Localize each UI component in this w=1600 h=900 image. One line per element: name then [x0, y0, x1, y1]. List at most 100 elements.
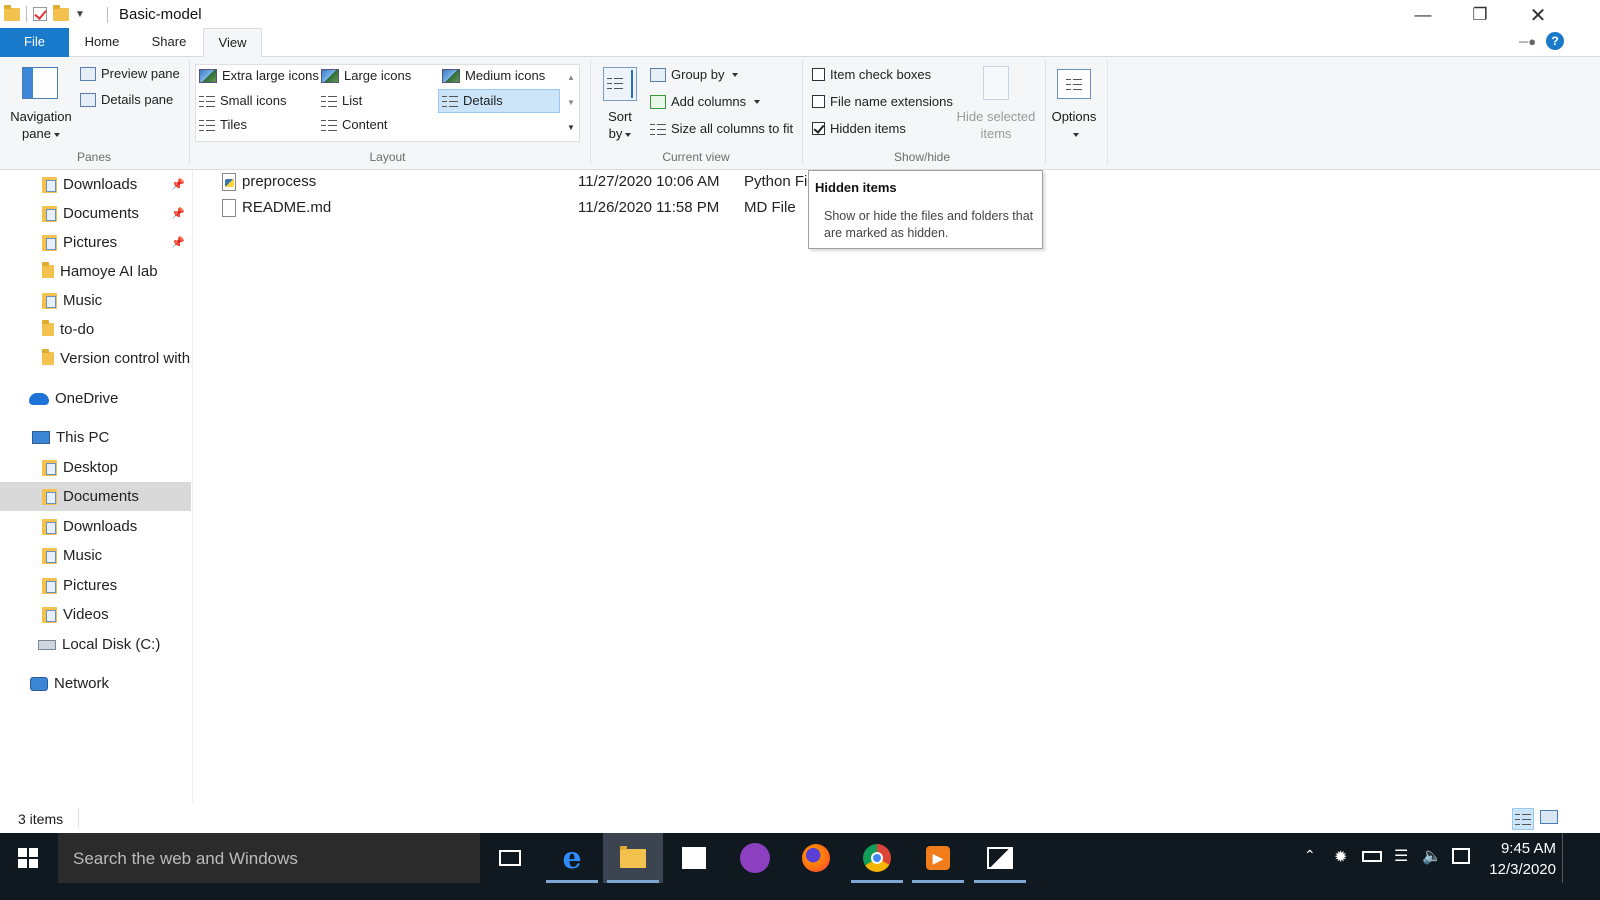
options-label: Options — [1051, 109, 1097, 124]
layout-tiles[interactable]: Tiles — [199, 117, 247, 132]
layout-small-icons[interactable]: Small icons — [199, 93, 286, 108]
nav-item-network[interactable]: Network — [0, 669, 191, 698]
nav-item-label: to-do — [60, 321, 95, 338]
chevron-up-icon[interactable]: ⌃ — [1304, 847, 1316, 864]
sort-by-icon[interactable] — [603, 67, 637, 101]
customize-qat-icon[interactable]: ▼ — [75, 9, 85, 20]
nav-item-documents[interactable]: Documents — [0, 482, 191, 511]
preview-pane-button[interactable]: Preview pane — [80, 66, 180, 81]
firefox-button[interactable] — [786, 833, 846, 883]
folder-icon — [4, 4, 20, 21]
media-player-button[interactable]: ▶ — [908, 833, 968, 883]
nav-item-onedrive[interactable]: OneDrive — [0, 384, 191, 413]
nav-item-hamoye-ai-lab[interactable]: Hamoye AI lab — [0, 257, 191, 286]
extra-large-icons-icon — [199, 68, 217, 83]
task-view-button[interactable] — [480, 833, 540, 883]
nav-item-documents-quick[interactable]: Documents 📌 — [0, 199, 191, 228]
layout-content[interactable]: Content — [321, 117, 388, 132]
options-button[interactable]: Options — [1048, 108, 1100, 142]
file-name-extensions-checkbox[interactable] — [812, 95, 825, 108]
nav-item-pictures[interactable]: Pictures — [0, 571, 191, 600]
details-pane-button[interactable]: Details pane — [80, 92, 173, 107]
github-button[interactable] — [725, 833, 785, 883]
add-columns-button[interactable]: Add columns — [650, 94, 761, 109]
show-desktop-button[interactable] — [1562, 833, 1563, 883]
nav-item-pictures-quick[interactable]: Pictures 📌 — [0, 228, 191, 257]
layout-medium-icons[interactable]: Medium icons — [442, 68, 545, 83]
nav-item-music-quick[interactable]: Music — [0, 286, 191, 315]
file-row[interactable]: README.md 11/26/2020 11:58 PM MD File — [218, 196, 818, 220]
nav-item-music[interactable]: Music — [0, 541, 191, 570]
scroll-up-icon[interactable]: ▲ — [563, 65, 579, 90]
battery-icon[interactable] — [1362, 851, 1382, 862]
photos-button[interactable] — [970, 833, 1030, 883]
new-folder-icon[interactable] — [53, 4, 69, 21]
layout-details[interactable]: Details — [442, 93, 503, 108]
size-all-columns-button[interactable]: Size all columns to fit — [650, 121, 793, 136]
group-label-panes: Panes — [76, 150, 112, 164]
search-box[interactable]: Search the web and Windows — [58, 833, 480, 883]
tab-share[interactable]: Share — [140, 28, 198, 57]
tab-home[interactable]: Home — [76, 28, 128, 57]
tab-view[interactable]: View — [203, 28, 262, 58]
slack-tray-icon[interactable]: ✹ — [1334, 847, 1347, 867]
layout-list[interactable]: List — [321, 93, 362, 108]
windows-start-icon[interactable] — [18, 848, 38, 868]
sort-by-button[interactable]: Sort by — [600, 108, 640, 142]
file-date: 11/27/2020 10:06 AM — [578, 173, 720, 190]
navigation-pane-icon[interactable] — [22, 67, 58, 99]
item-check-boxes-checkbox[interactable] — [812, 68, 825, 81]
clock[interactable]: 9:45 AM 12/3/2020 — [1480, 838, 1556, 880]
layout-scrollbar[interactable]: ▲ ▼ ▼ — [563, 65, 579, 141]
hidden-items-toggle[interactable]: Hidden items — [812, 121, 906, 136]
properties-icon[interactable] — [33, 7, 47, 21]
nav-item-videos[interactable]: Videos — [0, 600, 191, 629]
large-icons-view-button[interactable] — [1540, 810, 1558, 824]
nav-item-to-do[interactable]: to-do — [0, 315, 191, 344]
search-input[interactable]: Search the web and Windows — [73, 849, 298, 869]
more-icon[interactable]: ▼ — [563, 115, 579, 140]
nav-item-label: This PC — [56, 429, 110, 446]
nav-item-label: Desktop — [63, 459, 119, 476]
item-check-boxes-toggle[interactable]: Item check boxes — [812, 67, 931, 82]
file-name-extensions-toggle[interactable]: File name extensions — [812, 94, 953, 109]
edge-button[interactable]: e — [542, 833, 602, 883]
file-row[interactable]: preprocess 11/27/2020 10:06 AM Python Fi… — [218, 170, 818, 194]
nav-item-version-control[interactable]: Version control with — [0, 344, 191, 373]
group-by-button[interactable]: Group by — [650, 67, 739, 82]
pin-ribbon-icon[interactable]: ─● — [1519, 34, 1536, 49]
size-columns-label: Size all columns to fit — [671, 121, 794, 136]
options-icon[interactable] — [1057, 69, 1091, 99]
chevron-down-icon — [1072, 132, 1079, 137]
volume-icon[interactable]: 🔈 — [1422, 846, 1442, 866]
tab-file[interactable]: File — [0, 28, 69, 57]
scroll-down-icon[interactable]: ▼ — [563, 90, 579, 115]
navigation-pane-button[interactable]: Navigation pane — [0, 108, 82, 142]
music-folder-icon — [42, 292, 57, 309]
layout-large-icons[interactable]: Large icons — [321, 68, 411, 83]
nav-item-downloads[interactable]: Downloads — [0, 512, 191, 541]
navigation-pane-label-2: pane — [22, 126, 51, 141]
nav-item-downloads-quick[interactable]: Downloads 📌 — [0, 170, 191, 199]
restore-button[interactable]: ❐ — [1457, 0, 1503, 30]
help-icon[interactable]: ? — [1546, 32, 1564, 50]
minimize-button[interactable]: — — [1400, 0, 1446, 30]
notifications-icon[interactable] — [1452, 848, 1470, 864]
layout-item-label: Small icons — [220, 93, 287, 108]
nav-item-local-disk[interactable]: Local Disk (C:) — [0, 630, 191, 659]
file-explorer-button[interactable] — [603, 833, 663, 883]
divider — [26, 6, 27, 22]
nav-item-this-pc[interactable]: This PC — [0, 423, 191, 452]
nav-item-label: Music — [63, 547, 103, 564]
nav-item-desktop[interactable]: Desktop — [0, 453, 191, 482]
chevron-down-icon — [732, 72, 739, 77]
chrome-button[interactable] — [847, 833, 907, 883]
details-view-button[interactable] — [1512, 808, 1534, 830]
wifi-icon[interactable]: ☰ — [1394, 846, 1408, 866]
hidden-items-checkbox[interactable] — [812, 122, 825, 135]
hide-selected-icon — [983, 66, 1009, 100]
add-columns-icon — [650, 94, 666, 109]
store-button[interactable] — [664, 833, 724, 883]
close-button[interactable]: ✕ — [1515, 0, 1561, 30]
layout-extra-large-icons[interactable]: Extra large icons — [199, 68, 319, 83]
